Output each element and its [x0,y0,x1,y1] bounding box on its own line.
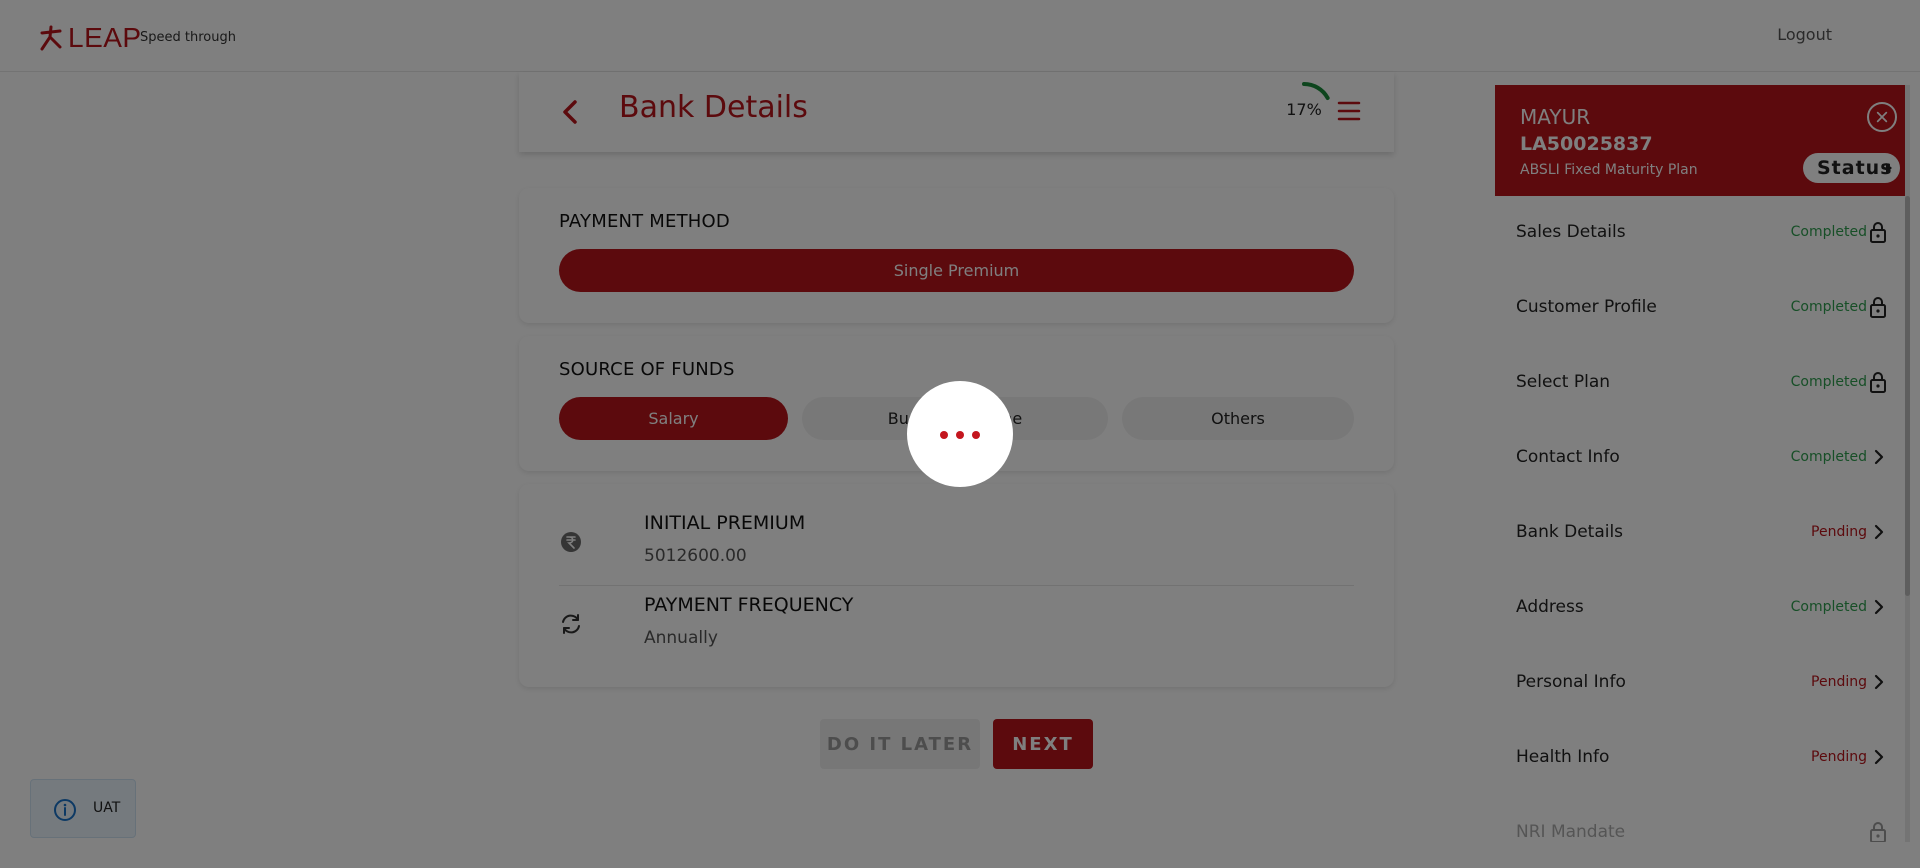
loading-spinner [907,381,1013,487]
loader-dot [956,431,964,439]
loader-dot [972,431,980,439]
loader-dot [940,431,948,439]
